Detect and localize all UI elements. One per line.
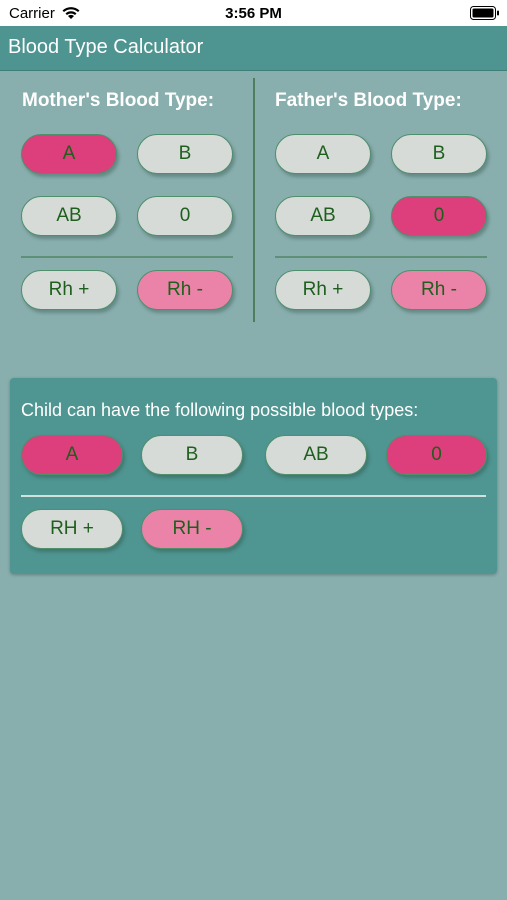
father-type-0-button[interactable]: 0 — [391, 196, 487, 236]
mother-type-b-button[interactable]: B — [137, 134, 233, 174]
father-section-title: Father's Blood Type: — [275, 90, 462, 111]
mother-divider — [21, 256, 233, 258]
app-title: Blood Type Calculator — [8, 36, 204, 58]
result-type-ab: AB — [265, 435, 367, 475]
result-rh-positive: RH + — [21, 509, 123, 549]
mother-section-title: Mother's Blood Type: — [22, 90, 215, 111]
result-rh-negative: RH - — [141, 509, 243, 549]
father-divider — [275, 256, 487, 258]
mother-type-ab-button[interactable]: AB — [21, 196, 117, 236]
father-rh-negative-button[interactable]: Rh - — [391, 270, 487, 310]
mother-type-a-button[interactable]: A — [21, 134, 117, 174]
result-divider — [21, 495, 486, 497]
result-panel: Child can have the following possible bl… — [10, 378, 497, 574]
father-type-a-button[interactable]: A — [275, 134, 371, 174]
result-title: Child can have the following possible bl… — [21, 400, 419, 420]
result-type-b: B — [141, 435, 243, 475]
mother-rh-positive-button[interactable]: Rh + — [21, 270, 117, 310]
father-rh-positive-button[interactable]: Rh + — [275, 270, 371, 310]
parents-divider — [253, 78, 255, 322]
battery-icon — [470, 6, 499, 20]
mother-rh-negative-button[interactable]: Rh - — [137, 270, 233, 310]
nav-bar: Blood Type Calculator — [0, 26, 507, 71]
status-bar: Carrier 3:56 PM — [0, 0, 507, 26]
result-type-a: A — [21, 435, 123, 475]
result-type-0: 0 — [386, 435, 487, 475]
status-time: 3:56 PM — [225, 5, 282, 22]
mother-type-0-button[interactable]: 0 — [137, 196, 233, 236]
father-type-b-button[interactable]: B — [391, 134, 487, 174]
father-type-ab-button[interactable]: AB — [275, 196, 371, 236]
